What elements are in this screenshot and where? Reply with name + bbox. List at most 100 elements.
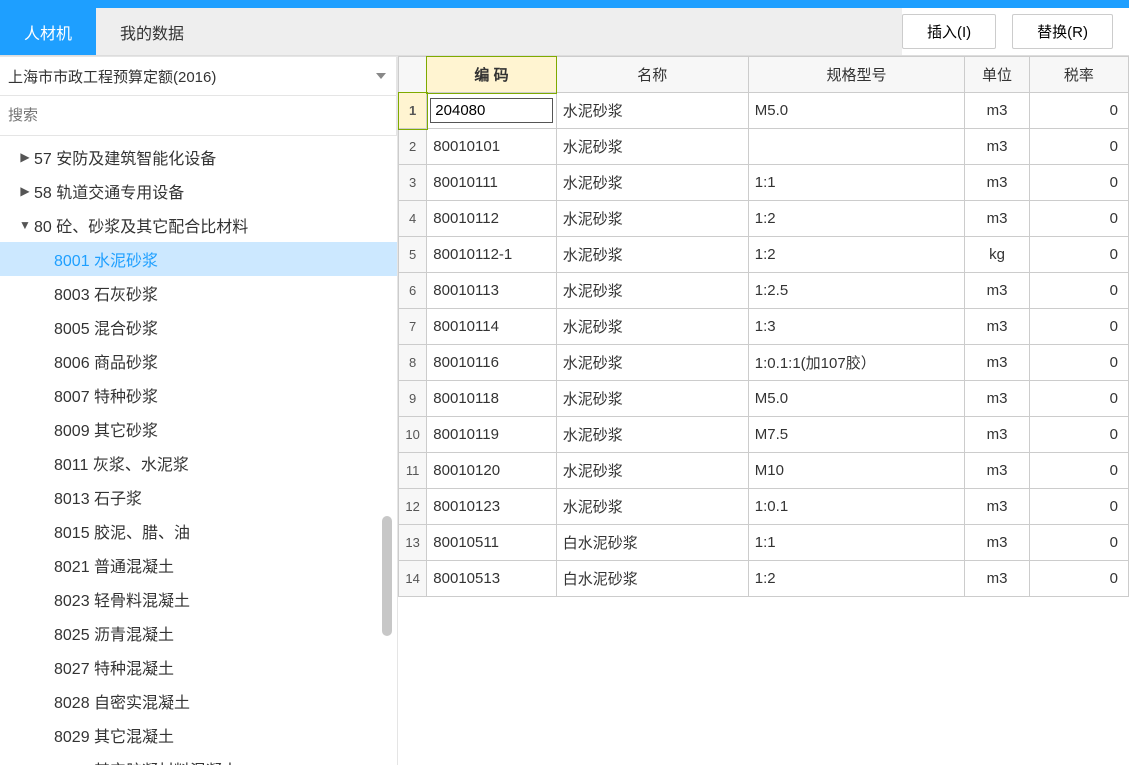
cell-name[interactable]: 水泥砂浆 (556, 345, 748, 381)
cell-unit[interactable]: m3 (965, 381, 1030, 417)
cell-unit[interactable]: m3 (965, 561, 1030, 597)
cell-unit[interactable]: m3 (965, 453, 1030, 489)
tree-child[interactable]: 8011 灰浆、水泥浆 (0, 446, 397, 480)
table-row[interactable]: 880010116水泥砂浆1:0.1:1(加107胶）m30 (399, 345, 1129, 381)
cell-unit[interactable]: m3 (965, 345, 1030, 381)
cell-tax[interactable]: 0 (1029, 417, 1128, 453)
tree-child[interactable]: 8006 商品砂浆 (0, 344, 397, 378)
tree-child[interactable]: 8025 沥青混凝土 (0, 616, 397, 650)
cell-unit[interactable]: m3 (965, 489, 1030, 525)
cell-code[interactable]: 80010113 (427, 273, 556, 309)
cell-spec[interactable]: 1:0.1 (748, 489, 964, 525)
table-row[interactable]: 1380010511白水泥砂浆1:1m30 (399, 525, 1129, 561)
cell-unit[interactable]: m3 (965, 525, 1030, 561)
cell-name[interactable]: 水泥砂浆 (556, 309, 748, 345)
search-input[interactable] (8, 107, 388, 124)
tree-child[interactable]: 8013 石子浆 (0, 480, 397, 514)
cell-name[interactable]: 水泥砂浆 (556, 273, 748, 309)
row-index[interactable]: 1 (399, 93, 427, 129)
row-index[interactable]: 12 (399, 489, 427, 525)
cell-tax[interactable]: 0 (1029, 273, 1128, 309)
cell-spec[interactable]: M10 (748, 453, 964, 489)
cell-tax[interactable]: 0 (1029, 561, 1128, 597)
cell-unit[interactable]: m3 (965, 93, 1030, 129)
cell-spec[interactable]: M5.0 (748, 381, 964, 417)
grid-header-name[interactable]: 名称 (556, 57, 748, 93)
cell-tax[interactable]: 0 (1029, 201, 1128, 237)
cell-spec[interactable]: M7.5 (748, 417, 964, 453)
tree-parent[interactable]: ▼80 砼、砂浆及其它配合比材料 (0, 208, 397, 242)
cell-spec[interactable]: 1:1 (748, 165, 964, 201)
cell-tax[interactable]: 0 (1029, 129, 1128, 165)
table-row[interactable]: 580010112-1水泥砂浆1:2kg0 (399, 237, 1129, 273)
row-index[interactable]: 13 (399, 525, 427, 561)
tree-child[interactable]: 8030 其它胶凝材料混凝土 (0, 752, 397, 765)
tree-child[interactable]: 8009 其它砂浆 (0, 412, 397, 446)
cell-unit[interactable]: m3 (965, 273, 1030, 309)
row-index[interactable]: 6 (399, 273, 427, 309)
cell-code[interactable]: 80010511 (427, 525, 556, 561)
row-index[interactable]: 11 (399, 453, 427, 489)
row-index[interactable]: 14 (399, 561, 427, 597)
cell-name[interactable]: 白水泥砂浆 (556, 525, 748, 561)
grid-header-spec[interactable]: 规格型号 (748, 57, 964, 93)
grid-corner[interactable] (399, 57, 427, 93)
tree-child[interactable]: 8001 水泥砂浆 (0, 242, 397, 276)
cell-tax[interactable]: 0 (1029, 165, 1128, 201)
cell-code[interactable]: 80010116 (427, 345, 556, 381)
tree-child[interactable]: 8015 胶泥、腊、油 (0, 514, 397, 548)
sidebar-scrollbar-thumb[interactable] (382, 516, 392, 636)
cell-name[interactable]: 水泥砂浆 (556, 201, 748, 237)
cell-code[interactable] (427, 93, 556, 129)
cell-code[interactable]: 80010513 (427, 561, 556, 597)
cell-editor-input[interactable] (430, 98, 552, 123)
cell-name[interactable]: 水泥砂浆 (556, 237, 748, 273)
table-row[interactable]: 1480010513白水泥砂浆1:2m30 (399, 561, 1129, 597)
cell-unit[interactable]: m3 (965, 201, 1030, 237)
cell-spec[interactable]: 1:0.1:1(加107胶） (748, 345, 964, 381)
tree-child[interactable]: 8021 普通混凝土 (0, 548, 397, 582)
cell-name[interactable]: 白水泥砂浆 (556, 561, 748, 597)
tree-child[interactable]: 8007 特种砂浆 (0, 378, 397, 412)
tree-child[interactable]: 8003 石灰砂浆 (0, 276, 397, 310)
cell-spec[interactable]: 1:2 (748, 561, 964, 597)
tree-parent[interactable]: ▶57 安防及建筑智能化设备 (0, 140, 397, 174)
cell-unit[interactable]: m3 (965, 129, 1030, 165)
row-index[interactable]: 9 (399, 381, 427, 417)
row-index[interactable]: 3 (399, 165, 427, 201)
replace-button[interactable]: 替换(R) (1012, 14, 1113, 49)
cell-tax[interactable]: 0 (1029, 345, 1128, 381)
cell-name[interactable]: 水泥砂浆 (556, 489, 748, 525)
cell-tax[interactable]: 0 (1029, 381, 1128, 417)
cell-name[interactable]: 水泥砂浆 (556, 381, 748, 417)
tree-parent[interactable]: ▶58 轨道交通专用设备 (0, 174, 397, 208)
cell-tax[interactable]: 0 (1029, 453, 1128, 489)
cell-spec[interactable] (748, 129, 964, 165)
cell-code[interactable]: 80010112 (427, 201, 556, 237)
cell-code[interactable]: 80010101 (427, 129, 556, 165)
tab-rencaiji[interactable]: 人材机 (0, 8, 96, 55)
tree-child[interactable]: 8027 特种混凝土 (0, 650, 397, 684)
row-index[interactable]: 2 (399, 129, 427, 165)
cell-name[interactable]: 水泥砂浆 (556, 417, 748, 453)
table-row[interactable]: 980010118水泥砂浆M5.0m30 (399, 381, 1129, 417)
table-row[interactable]: 380010111水泥砂浆1:1m30 (399, 165, 1129, 201)
row-index[interactable]: 10 (399, 417, 427, 453)
cell-code[interactable]: 80010114 (427, 309, 556, 345)
cell-name[interactable]: 水泥砂浆 (556, 129, 748, 165)
grid-header-code[interactable]: 编 码 (427, 57, 556, 93)
cell-tax[interactable]: 0 (1029, 93, 1128, 129)
cell-spec[interactable]: 1:3 (748, 309, 964, 345)
table-row[interactable]: 680010113水泥砂浆1:2.5m30 (399, 273, 1129, 309)
cell-unit[interactable]: kg (965, 237, 1030, 273)
category-tree[interactable]: ▶57 安防及建筑智能化设备▶58 轨道交通专用设备▼80 砼、砂浆及其它配合比… (0, 136, 397, 765)
cell-unit[interactable]: m3 (965, 309, 1030, 345)
tree-child[interactable]: 8005 混合砂浆 (0, 310, 397, 344)
cell-tax[interactable]: 0 (1029, 309, 1128, 345)
cell-spec[interactable]: M5.0 (748, 93, 964, 129)
table-row[interactable]: 480010112水泥砂浆1:2m30 (399, 201, 1129, 237)
cell-tax[interactable]: 0 (1029, 489, 1128, 525)
cell-name[interactable]: 水泥砂浆 (556, 453, 748, 489)
insert-button[interactable]: 插入(I) (902, 14, 996, 49)
cell-code[interactable]: 80010120 (427, 453, 556, 489)
